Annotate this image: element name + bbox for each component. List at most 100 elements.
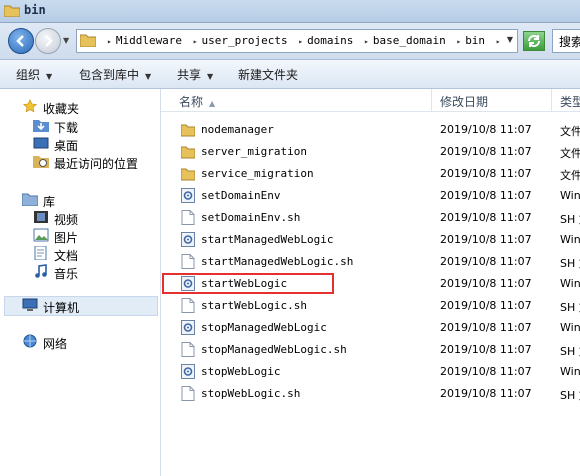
arrow-right-icon — [45, 35, 53, 47]
sidebar-item-libraries[interactable]: 库 — [43, 193, 55, 210]
file-type: 文件 — [560, 125, 580, 138]
file-type: 文件 — [560, 147, 580, 160]
window-title: bin — [24, 3, 46, 17]
back-button[interactable] — [8, 28, 34, 54]
star-icon — [23, 99, 37, 113]
refresh-button[interactable] — [523, 31, 545, 51]
chevron-right-icon[interactable]: ▸ — [496, 37, 501, 46]
file-type: Win — [560, 189, 580, 202]
sidebar-item-computer[interactable]: 计算机 — [43, 299, 79, 316]
sidebar-item-favorites[interactable]: 收藏夹 — [43, 100, 79, 117]
column-divider[interactable] — [551, 89, 552, 111]
file-row[interactable]: service_migration 2019/10/8 11:07 文件 — [161, 162, 580, 184]
sidebar-item-music[interactable]: 音乐 — [54, 265, 78, 282]
file-row[interactable]: setDomainEnv 2019/10/8 11:07 Win — [161, 184, 580, 206]
sidebar-item-documents[interactable]: 文档 — [54, 247, 78, 264]
chevron-right-icon[interactable]: ▸ — [456, 37, 461, 46]
file-name: nodemanager — [201, 123, 274, 136]
address-toolbar: ▼ ▸ Middleware ▸ user_projects ▸ domains ▸ b… — [0, 23, 580, 60]
breadcrumb-item[interactable]: bin — [465, 34, 485, 47]
chevron-right-icon[interactable]: ▸ — [364, 37, 369, 46]
file-date: 2019/10/8 11:07 — [440, 299, 532, 312]
file-name: startWebLogic.sh — [201, 299, 307, 312]
address-bar[interactable]: ▸ Middleware ▸ user_projects ▸ domains ▸ bas… — [76, 29, 518, 53]
document-icon — [181, 254, 195, 269]
batch-file-icon — [181, 188, 195, 203]
recent-places-icon — [33, 156, 49, 168]
column-header-modified[interactable]: 修改日期 — [440, 93, 488, 110]
file-row[interactable]: nodemanager 2019/10/8 11:07 文件 — [161, 118, 580, 140]
arrow-left-icon — [16, 35, 24, 47]
include-in-library-label: 包含到库中 — [79, 68, 140, 82]
batch-file-icon — [181, 364, 195, 379]
file-type: SH 文 — [560, 345, 580, 358]
file-row[interactable]: stopWebLogic.sh 2019/10/8 11:07 SH 文 — [161, 382, 580, 404]
new-folder-button[interactable]: 新建文件夹 — [238, 66, 298, 83]
document-icon — [181, 298, 195, 313]
documents-icon — [34, 246, 47, 260]
document-icon — [181, 342, 195, 357]
file-row[interactable]: stopManagedWebLogic 2019/10/8 11:07 Win — [161, 316, 580, 338]
file-date: 2019/10/8 11:07 — [440, 189, 532, 202]
organize-button[interactable]: 组织 ▼ — [16, 66, 52, 83]
file-date: 2019/10/8 11:07 — [440, 233, 532, 246]
file-date: 2019/10/8 11:07 — [440, 387, 532, 400]
sidebar-item-network[interactable]: 网络 — [43, 335, 67, 352]
forward-button[interactable] — [35, 28, 61, 54]
file-row[interactable]: stopManagedWebLogic.sh 2019/10/8 11:07 S… — [161, 338, 580, 360]
file-date: 2019/10/8 11:07 — [440, 277, 532, 290]
file-name: setDomainEnv.sh — [201, 211, 301, 224]
file-type: 文件 — [560, 169, 580, 182]
breadcrumb-item[interactable]: domains — [307, 34, 353, 47]
file-row[interactable]: startManagedWebLogic.sh 2019/10/8 11:07 … — [161, 250, 580, 272]
breadcrumb-item[interactable]: user_projects — [202, 34, 288, 47]
breadcrumb-item[interactable]: base_domain — [373, 34, 446, 47]
file-name: server_migration — [201, 145, 307, 158]
file-date: 2019/10/8 11:07 — [440, 343, 532, 356]
address-dropdown-icon[interactable]: ▼ — [507, 35, 513, 44]
download-icon — [33, 120, 49, 132]
document-icon — [181, 210, 195, 225]
file-row[interactable]: startManagedWebLogic 2019/10/8 11:07 Win — [161, 228, 580, 250]
file-date: 2019/10/8 11:07 — [440, 321, 532, 334]
file-type: Win — [560, 233, 580, 246]
document-icon — [181, 386, 195, 401]
file-date: 2019/10/8 11:07 — [440, 123, 532, 136]
column-name-label: 名称 — [179, 95, 204, 109]
chevron-down-icon: ▼ — [207, 72, 214, 81]
sidebar-item-videos[interactable]: 视频 — [54, 211, 78, 228]
column-divider[interactable] — [431, 89, 432, 111]
chevron-right-icon[interactable]: ▸ — [193, 37, 198, 46]
file-row[interactable]: server_migration 2019/10/8 11:07 文件 — [161, 140, 580, 162]
include-in-library-button[interactable]: 包含到库中 ▼ — [79, 66, 151, 83]
file-name: startManagedWebLogic.sh — [201, 255, 354, 268]
file-row[interactable]: startWebLogic.sh 2019/10/8 11:07 SH 文 — [161, 294, 580, 316]
file-type: SH 文 — [560, 213, 580, 226]
file-name: startManagedWebLogic — [201, 233, 334, 246]
file-row[interactable]: setDomainEnv.sh 2019/10/8 11:07 SH 文 — [161, 206, 580, 228]
sidebar-item-downloads[interactable]: 下载 — [54, 119, 78, 136]
breadcrumb-item[interactable]: Middleware — [116, 34, 182, 47]
folder-icon — [181, 124, 195, 137]
folder-icon — [80, 34, 96, 47]
command-bar: 组织 ▼ 包含到库中 ▼ 共享 ▼ 新建文件夹 — [0, 60, 580, 89]
share-button[interactable]: 共享 ▼ — [177, 66, 213, 83]
history-dropdown-icon[interactable]: ▼ — [63, 36, 69, 45]
folder-icon — [181, 168, 195, 181]
column-header-bar: 名称 ▲ 修改日期 类型 — [161, 89, 580, 112]
column-header-type[interactable]: 类型 — [560, 93, 580, 110]
sidebar-item-desktop[interactable]: 桌面 — [54, 137, 78, 154]
file-row[interactable]: stopWebLogic 2019/10/8 11:07 Win — [161, 360, 580, 382]
sidebar-item-recent[interactable]: 最近访问的位置 — [54, 155, 138, 172]
file-name: service_migration — [201, 167, 314, 180]
chevron-right-icon[interactable]: ▸ — [298, 37, 303, 46]
title-bar: bin — [0, 0, 580, 23]
search-input[interactable]: 搜索 — [552, 29, 580, 53]
navigation-pane: 收藏夹 下载 桌面 最近访问的位置 库 视频 图片 文档 音乐 计算机 网络 — [0, 89, 161, 476]
computer-icon — [22, 298, 38, 311]
breadcrumb: ▸ Middleware ▸ user_projects ▸ domains ▸ bas… — [103, 34, 505, 47]
sidebar-item-pictures[interactable]: 图片 — [54, 229, 78, 246]
file-date: 2019/10/8 11:07 — [440, 211, 532, 224]
network-icon — [23, 334, 37, 348]
column-header-name[interactable]: 名称 ▲ — [179, 93, 215, 110]
